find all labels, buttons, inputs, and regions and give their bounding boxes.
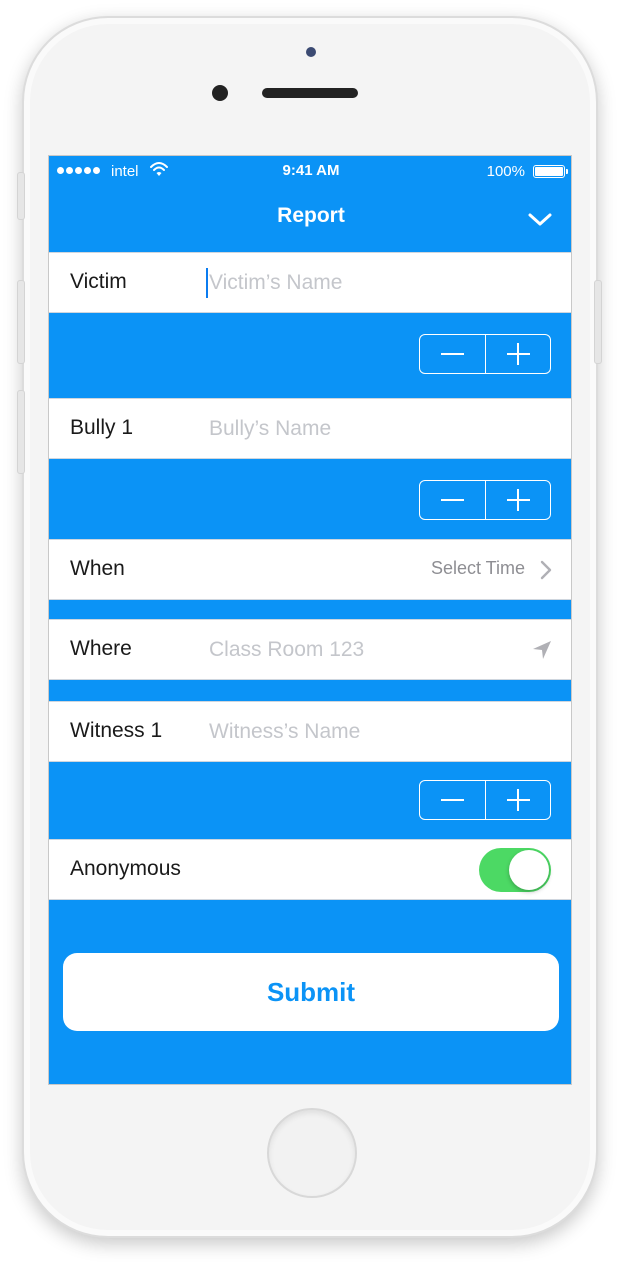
toggle-knob (509, 850, 549, 890)
submit-button[interactable]: Submit (63, 953, 559, 1031)
app-screen: intel 9:41 AM 100% Report Victim Bully 1 (48, 155, 572, 1085)
witness-name-input[interactable] (209, 715, 509, 749)
chevron-right-icon (540, 560, 552, 580)
victim-stepper (419, 334, 551, 374)
text-cursor (206, 268, 208, 298)
power-button (594, 280, 602, 364)
when-row[interactable]: When Select Time (49, 539, 571, 600)
battery-percentage: 100% (486, 163, 525, 180)
front-camera (212, 85, 228, 101)
proximity-sensor (306, 47, 316, 57)
where-row: Where (49, 619, 571, 680)
witness-label: Witness 1 (70, 719, 163, 742)
witness-row: Witness 1 (49, 701, 571, 762)
bully-row: Bully 1 (49, 398, 571, 459)
bully-label: Bully 1 (70, 416, 134, 439)
where-location-input[interactable] (209, 633, 509, 667)
bully-add-button[interactable] (484, 481, 551, 519)
status-bar: intel 9:41 AM 100% (49, 156, 571, 186)
victim-label: Victim (70, 270, 127, 293)
navigation-bar: Report (49, 186, 571, 252)
bully-stepper (419, 480, 551, 520)
battery-icon (533, 165, 568, 178)
anonymous-row: Anonymous (49, 839, 571, 900)
witness-add-button[interactable] (484, 781, 551, 819)
home-button[interactable] (267, 1108, 357, 1198)
victim-row: Victim (49, 252, 571, 313)
anonymous-label: Anonymous (70, 857, 181, 880)
volume-down-button (17, 390, 25, 474)
volume-up-button (17, 280, 25, 364)
where-label: Where (70, 637, 132, 660)
bully-name-input[interactable] (209, 412, 509, 446)
location-arrow-icon[interactable] (531, 639, 553, 661)
victim-remove-button[interactable] (420, 335, 485, 373)
anonymous-toggle[interactable] (479, 848, 551, 892)
mute-switch (17, 172, 25, 220)
victim-add-button[interactable] (484, 335, 551, 373)
witness-remove-button[interactable] (420, 781, 485, 819)
earpiece-speaker (262, 88, 358, 98)
when-label: When (70, 557, 125, 580)
chevron-down-icon[interactable] (527, 206, 553, 232)
victim-name-input[interactable] (209, 266, 509, 300)
witness-stepper (419, 780, 551, 820)
select-time-value[interactable]: Select Time (431, 558, 525, 579)
bully-remove-button[interactable] (420, 481, 485, 519)
page-title: Report (277, 204, 345, 227)
